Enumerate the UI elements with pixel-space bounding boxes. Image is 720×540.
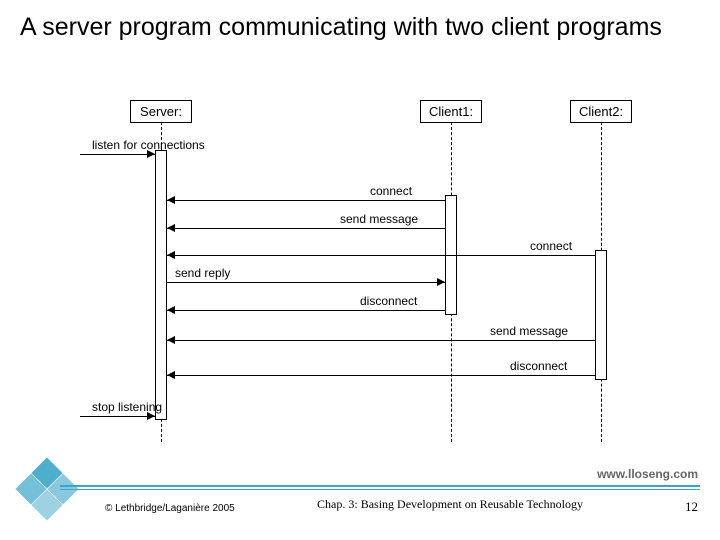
label-reply: send reply [175,266,230,280]
arrow-sendmsg2 [167,340,595,341]
arrow-connect1 [167,200,445,201]
participant-server: Server: [130,100,192,123]
arrowhead-disconnect2-icon [167,371,175,379]
label-listen: listen for connections [92,138,205,152]
arrow-reply [167,282,445,283]
label-stop: stop listening [92,400,162,414]
arrow-listen [80,154,155,155]
participant-client1: Client1: [420,100,482,123]
participant-client2: Client2: [570,100,632,123]
arrowhead-sendmsg1-icon [167,224,175,232]
arrowhead-reply-icon [437,278,445,286]
chapter-label: Chap. 3: Basing Development on Reusable … [310,497,590,512]
footer-rule [60,485,700,487]
slide-title: A server program communicating with two … [0,0,720,43]
arrowhead-sendmsg2-icon [167,336,175,344]
arrow-connect2 [167,255,595,256]
arrowhead-connect1-icon [167,196,175,204]
label-sendmsg2: send message [490,324,568,338]
footer: www.lloseng.com © Lethbridge/Laganière 2… [0,485,720,540]
activation-server [155,150,167,420]
label-connect2: connect [530,239,572,253]
arrowhead-connect2-icon [167,251,175,259]
label-disconnect1: disconnect [360,294,417,308]
copyright-label: © Lethbridge/Laganière 2005 [105,503,235,514]
label-disconnect2: disconnect [510,359,567,373]
sequence-diagram: Server: Client1: Client2: listen for con… [60,100,680,450]
arrow-stop [80,416,155,417]
label-connect1: connect [370,184,412,198]
label-sendmsg1: send message [340,212,418,226]
arrowhead-disconnect1-icon [167,306,175,314]
website-label: www.lloseng.com [597,467,698,481]
activation-client2 [595,250,607,380]
arrow-disconnect1 [167,310,445,311]
page-number: 12 [685,499,698,515]
arrow-sendmsg1 [167,228,445,229]
arrow-disconnect2 [167,375,595,376]
footer-rule2 [60,489,700,490]
